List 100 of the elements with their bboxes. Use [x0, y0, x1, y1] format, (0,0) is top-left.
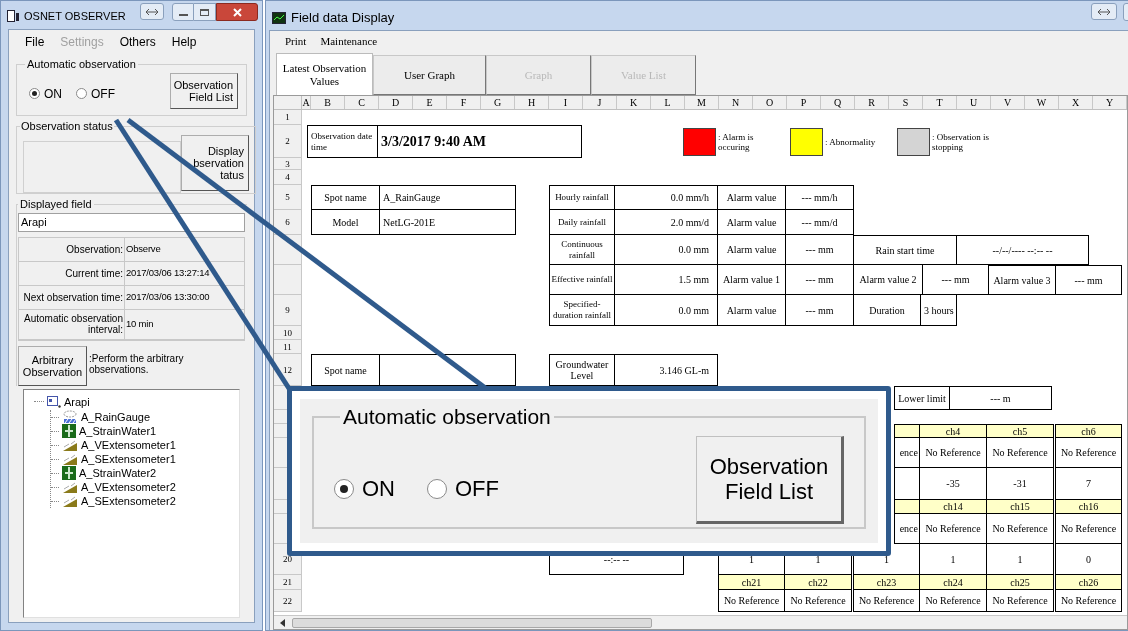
- row-header: 21: [274, 575, 302, 590]
- tab[interactable]: Latest Observation Values: [276, 53, 373, 95]
- radio-button[interactable]: OFF: [427, 472, 499, 506]
- channel-header: ch24: [920, 575, 987, 590]
- column-header: G: [481, 96, 515, 109]
- column-header: S: [889, 96, 923, 109]
- column-header: V: [991, 96, 1025, 109]
- channel-cell: No Reference: [718, 590, 785, 612]
- info-value: 2017/03/06 13:30:00: [125, 289, 211, 304]
- row-header: 6: [274, 210, 302, 235]
- channel-cell: No Reference: [1055, 514, 1122, 544]
- column-header: L: [651, 96, 685, 109]
- row-header: 1: [274, 110, 302, 125]
- channel-cell: No Reference: [987, 514, 1054, 544]
- channel-cell: No Reference: [785, 590, 852, 612]
- close-button[interactable]: [216, 3, 258, 21]
- app-icon: [272, 11, 286, 24]
- label-cell: Hourly rainfall: [549, 185, 615, 210]
- label-cell: Daily rainfall: [549, 210, 615, 235]
- row-header: 10: [274, 326, 302, 340]
- radio-button[interactable]: ON: [334, 472, 395, 506]
- column-header: P: [787, 96, 821, 109]
- info-value: 10 min: [125, 316, 155, 331]
- channel-header: ch15: [987, 500, 1054, 514]
- label-cell: Specified-duration rainfall: [549, 295, 615, 326]
- menu-item[interactable]: Print: [285, 32, 307, 50]
- menu-item[interactable]: File: [25, 33, 45, 51]
- description-text: :Perform the arbitrary observations.: [89, 351, 185, 375]
- info-label: Current time:: [19, 261, 125, 285]
- legend-label: : Alarm is occuring: [718, 131, 755, 152]
- column-header: A: [302, 96, 311, 109]
- tree-item[interactable]: Arapi: [64, 393, 90, 410]
- legend-label: : Observation is stopping: [932, 131, 990, 152]
- channel-header: ch16: [1055, 500, 1122, 514]
- row-header: 9: [274, 295, 302, 326]
- label-cell: Rain start time: [854, 235, 957, 265]
- legend-label: : Abnormality: [825, 136, 877, 147]
- observation-field-list-button[interactable]: Observation Field List: [696, 435, 844, 524]
- channel-header: ch23: [853, 575, 920, 590]
- column-header: T: [923, 96, 957, 109]
- value-cell: --- mm/h: [786, 185, 854, 210]
- value-cell: 3 hours: [921, 295, 957, 326]
- rain-gauge-icon: [62, 410, 78, 424]
- channel-header: ch25: [987, 575, 1054, 590]
- column-header: F: [447, 96, 481, 109]
- extensometer-icon: [62, 439, 78, 451]
- menu-item[interactable]: Maintenance: [320, 32, 378, 50]
- label-cell: Effective rainfall: [549, 265, 615, 295]
- channel-header: ch21: [718, 575, 785, 590]
- minimize-button[interactable]: [172, 3, 194, 21]
- column-header: W: [1025, 96, 1059, 109]
- maximize-button[interactable]: [194, 3, 216, 21]
- channel-header: ch14: [920, 500, 987, 514]
- label-cell: Observation date time: [307, 125, 378, 158]
- channel-cell: ence: [894, 514, 920, 544]
- radio-button[interactable]: ON: [29, 84, 62, 103]
- channel-cell: No Reference: [1055, 438, 1122, 468]
- value-cell: 2.0 mm/d: [615, 210, 718, 235]
- column-header: X: [1059, 96, 1093, 109]
- label-cell: Duration: [854, 295, 921, 326]
- observation-field-list-button[interactable]: Observation Field List: [170, 72, 238, 109]
- menu-item[interactable]: Others: [119, 33, 156, 51]
- field-input[interactable]: Arapi: [18, 212, 245, 232]
- channel-cell: No Reference: [987, 438, 1054, 468]
- channel-cell: No Reference: [920, 514, 987, 544]
- value-cell: --- mm: [786, 235, 854, 265]
- value-cell: --- mm: [1056, 265, 1122, 295]
- info-label: Automatic observation interval:: [19, 309, 125, 339]
- value-cell: --- mm: [786, 295, 854, 326]
- radio-button[interactable]: OFF: [76, 84, 115, 103]
- restore-icon[interactable]: [1091, 3, 1117, 20]
- display-status-button[interactable]: Display bservation tatus: [181, 134, 249, 191]
- plus-square-icon: [62, 424, 76, 438]
- column-header: U: [957, 96, 991, 109]
- row-header: [274, 265, 302, 295]
- label-cell: Alarm value: [718, 235, 786, 265]
- column-header: B: [311, 96, 345, 109]
- column-header: E: [413, 96, 447, 109]
- label-cell: Alarm value: [718, 210, 786, 235]
- window-title: OSNET OBSERVER: [24, 9, 126, 24]
- column-header: Q: [821, 96, 855, 109]
- column-header: K: [617, 96, 651, 109]
- value-cell: --- m: [950, 386, 1052, 410]
- label-cell: Spot name: [311, 354, 380, 386]
- value-cell: 3/3/2017 9:40 AM: [378, 125, 582, 158]
- app-icon: [7, 10, 20, 23]
- menu-item[interactable]: Help: [171, 33, 197, 51]
- label-cell: Alarm value 3: [989, 265, 1056, 295]
- label-cell: Lower limit: [894, 386, 950, 410]
- value-cell: A_RainGauge: [380, 185, 516, 210]
- channel-cell: No Reference: [853, 590, 920, 612]
- column-header: H: [515, 96, 549, 109]
- tab[interactable]: User Graph: [373, 55, 486, 95]
- scrollbar-thumb[interactable]: [292, 617, 652, 628]
- arbitrary-observation-button[interactable]: Arbitrary Observation: [18, 345, 87, 386]
- column-header: I: [549, 96, 583, 109]
- row-header: 22: [274, 590, 302, 612]
- group-label: Automatic observation: [26, 57, 137, 72]
- channel-header: ch22: [785, 575, 852, 590]
- restore-icon[interactable]: [140, 3, 164, 20]
